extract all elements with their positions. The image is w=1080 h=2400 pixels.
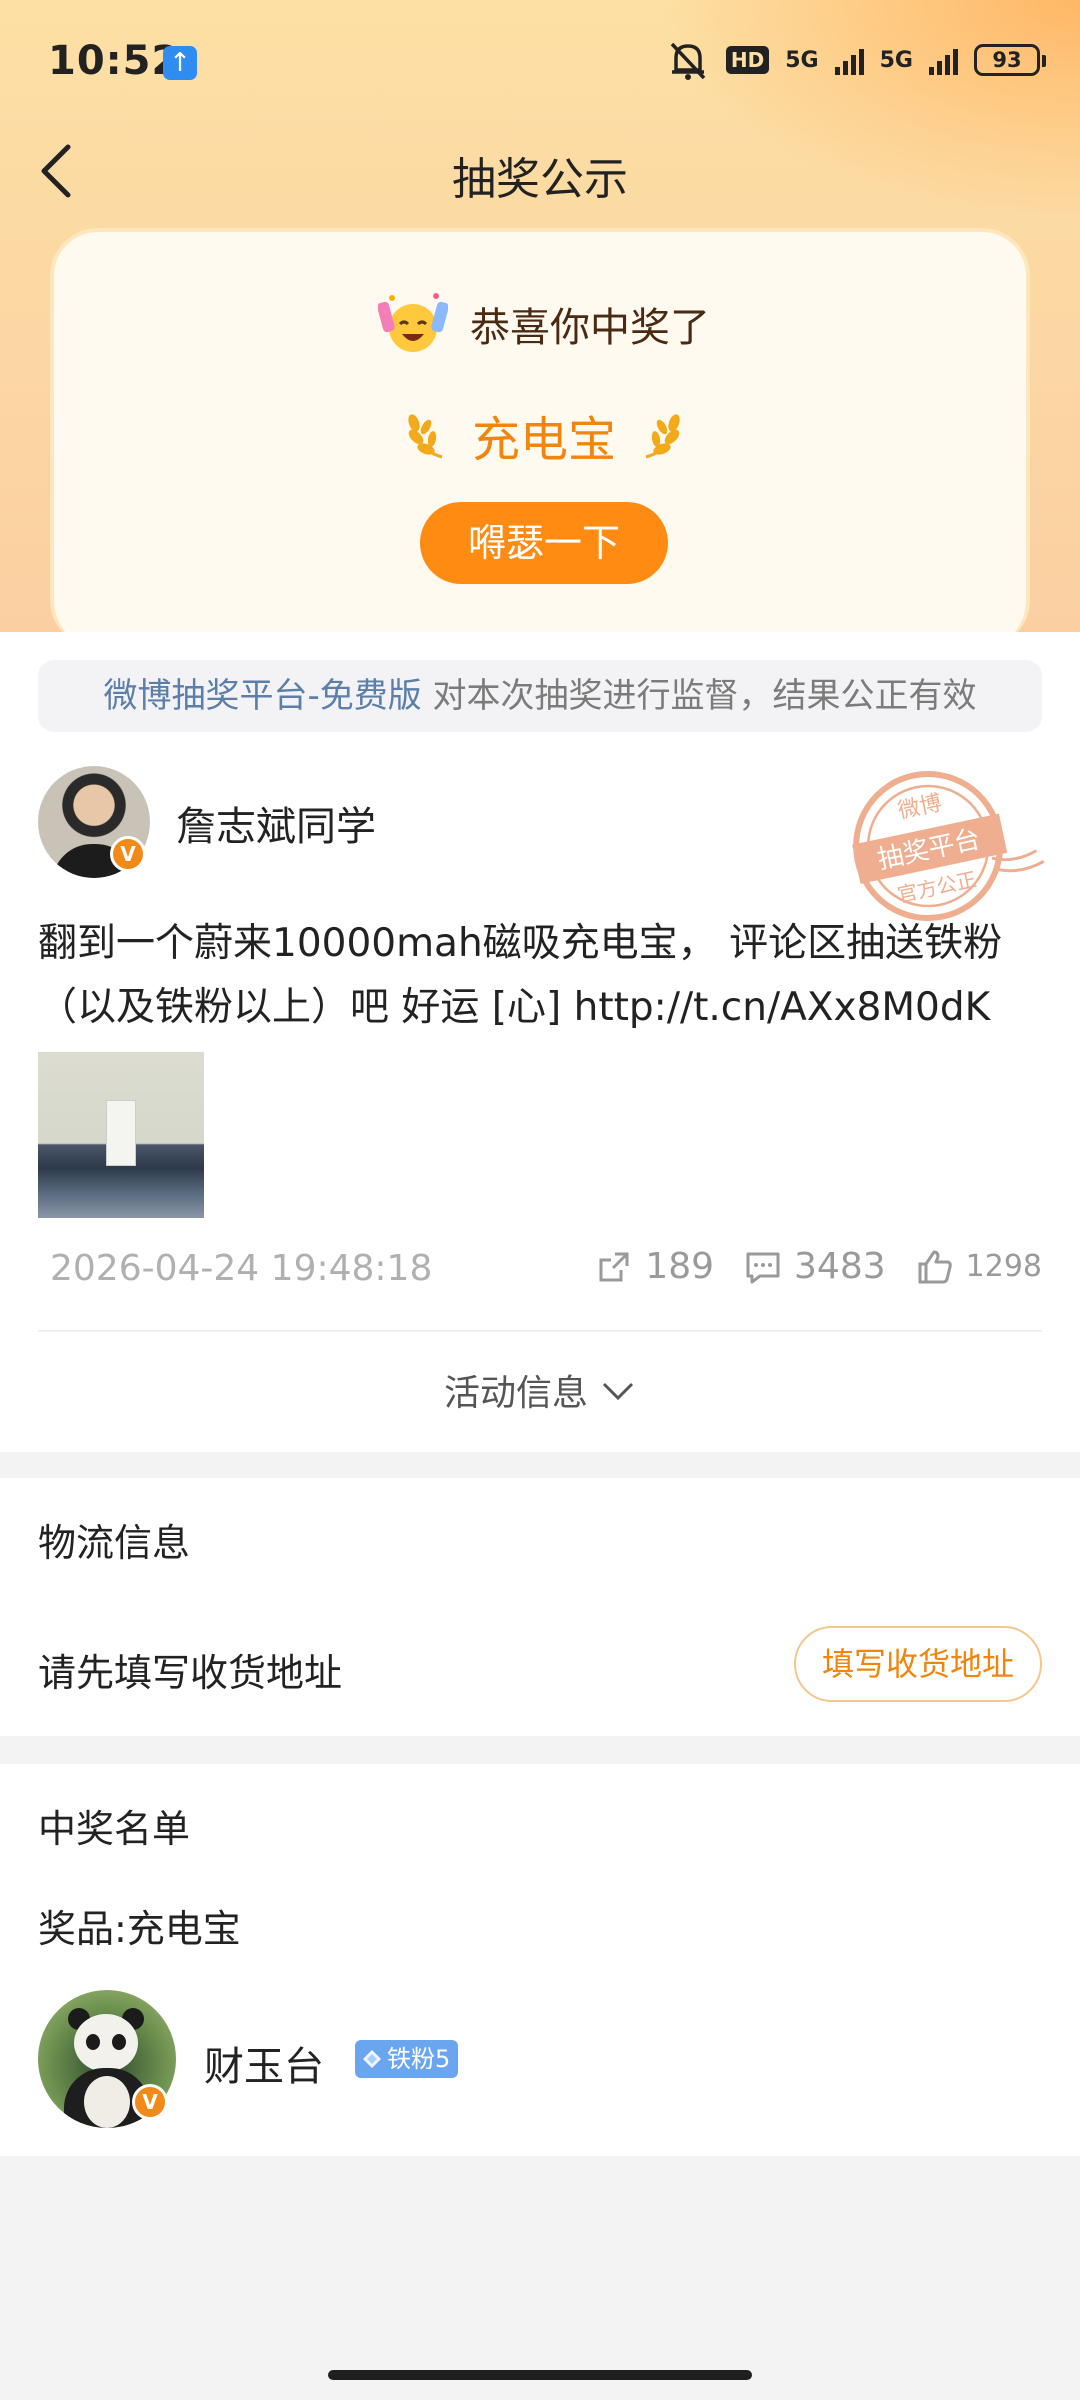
post-text: 翻到一个蔚来10000mah磁吸充电宝， 评论区抽送铁粉（以及铁粉以上）吧 好运… (38, 921, 1003, 1030)
notice-text: 对本次抽奖进行监督，结果公正有效 (421, 676, 977, 716)
author-name[interactable]: 詹志斌同学 (176, 794, 376, 852)
hd-voice-icon: HD (725, 46, 770, 74)
repost-icon (599, 1252, 629, 1281)
like-count: 1298 (965, 1249, 1042, 1284)
congrats-text: 恭喜你中奖了 (470, 305, 710, 351)
panda-belly (84, 2076, 130, 2128)
product-box (106, 1100, 136, 1166)
status-bar: 10:52 ↑ HD 5G 5G 93 (0, 0, 1080, 125)
fan-level-text: 铁粉5 (387, 2045, 451, 2073)
post-time: 2026-04-24 19:48:18 (50, 1248, 433, 1289)
congrats-row: 恭喜你中奖了 (54, 292, 1034, 366)
platform-link[interactable]: 微博抽奖平台-免费版 (103, 676, 421, 716)
like-stat[interactable]: 1298 (916, 1248, 1042, 1286)
upload-notification-icon: ↑ (163, 46, 197, 80)
chevron-down-icon (602, 1382, 634, 1401)
winners-prize: 奖品:充电宝 (38, 1907, 241, 1951)
repost-count: 189 (645, 1246, 715, 1287)
network-type-1: 5G (785, 47, 819, 73)
network-type-2: 5G (879, 47, 913, 73)
nav-bar: 抽奖公示 (0, 125, 1080, 215)
winner-name[interactable]: 财玉台 (204, 2034, 324, 2092)
panda-eye (112, 2034, 126, 2050)
prize-card: 恭喜你中奖了 充电宝 嘚瑟一下 (50, 228, 1030, 648)
celebrate-emoji-icon (378, 293, 448, 352)
winners-section: 中奖名单 奖品:充电宝 V 财玉台 铁粉5 (0, 1764, 1080, 2156)
divider (38, 1330, 1042, 1332)
panda-head (74, 2014, 138, 2072)
winners-title: 中奖名单 (38, 1807, 191, 1851)
diamond-icon (363, 2050, 381, 2068)
lottery-official-stamp: 微博 抽奖平台 官方公正 (852, 771, 1045, 922)
comment-count: 3483 (794, 1246, 886, 1287)
logistics-title: 物流信息 (38, 1521, 191, 1565)
battery-icon: 93 (974, 44, 1046, 76)
activity-info-label: 活动信息 (443, 1373, 588, 1414)
panda-eye (86, 2034, 100, 2050)
post-panel (0, 632, 1080, 1452)
logistics-section: 物流信息 请先填写收货地址 填写收货地址 (0, 1478, 1080, 1736)
status-time: 10:52 (48, 38, 181, 84)
home-indicator[interactable] (328, 2370, 752, 2380)
comment-stat[interactable]: 3483 (744, 1246, 886, 1287)
address-hint: 请先填写收货地址 (38, 1651, 343, 1695)
share-button[interactable]: 嘚瑟一下 (420, 502, 668, 584)
prize-name-text: 充电宝 (471, 412, 616, 468)
fan-level-badge: 铁粉5 (355, 2040, 459, 2078)
post-image[interactable] (38, 1052, 204, 1218)
post-stats: 189 3483 1298 (565, 1246, 1042, 1287)
fill-address-button[interactable]: 填写收货地址 (794, 1626, 1042, 1702)
laurel-left-icon (408, 414, 443, 459)
page-title: 抽奖公示 (452, 154, 628, 205)
status-icons: HD 5G 5G 93 (666, 40, 1046, 80)
comment-icon (746, 1252, 780, 1283)
thumbs-up-icon (918, 1250, 952, 1283)
verified-badge-icon: V (110, 836, 146, 872)
supervision-notice: 微博抽奖平台-免费版 对本次抽奖进行监督，结果公正有效 (38, 660, 1042, 732)
prize-row: 充电宝 (54, 400, 1034, 473)
mute-bell-icon (670, 42, 706, 80)
repost-stat[interactable]: 189 (595, 1246, 714, 1287)
laurel-right-icon (645, 414, 680, 459)
activity-info-toggle[interactable]: 活动信息 (0, 1364, 1080, 1416)
stamp-top-text: 微博 (896, 791, 944, 825)
signal-1-icon (834, 45, 864, 75)
signal-2-icon (929, 45, 958, 75)
winner-verified-badge-icon: V (132, 2084, 168, 2120)
